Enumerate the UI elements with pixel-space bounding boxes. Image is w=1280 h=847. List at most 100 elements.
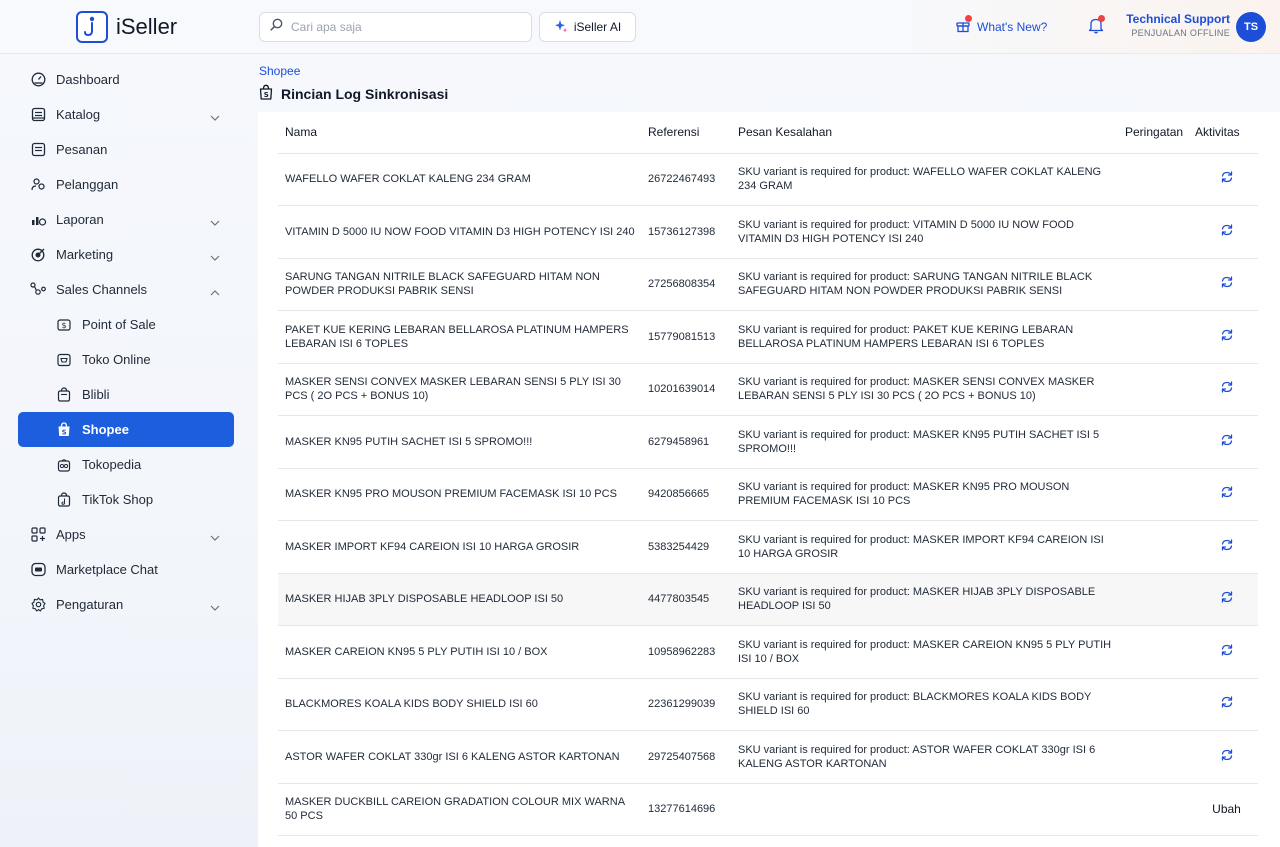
sync-icon[interactable]: [1220, 223, 1234, 241]
sidebar-item-shopee[interactable]: S Shopee: [18, 412, 234, 447]
shopping-bag-icon: [56, 387, 72, 403]
cell-pesan-kesalahan: SKU variant is required for product: MAS…: [738, 520, 1125, 574]
cell-referensi: 29725407568: [648, 730, 738, 784]
sync-icon[interactable]: [1220, 643, 1234, 661]
sidebar-item-label: Pengaturan: [56, 597, 124, 612]
search-icon: [270, 18, 283, 36]
page-title-text: Rincian Log Sinkronisasi: [281, 85, 449, 102]
sidebar-item-laporan[interactable]: Laporan: [18, 202, 234, 237]
target-icon: [30, 247, 46, 263]
online-store-icon: [56, 352, 72, 368]
cell-aktivitas: [1195, 205, 1258, 259]
table-row: SARUNG TANGAN NITRILE BLACK SAFEGUARD HI…: [278, 258, 1258, 311]
sync-icon[interactable]: [1220, 170, 1234, 188]
gift-icon: [955, 15, 972, 36]
breadcrumb[interactable]: Shopee: [259, 64, 300, 78]
chevron-down-icon: [210, 214, 220, 229]
search-input[interactable]: [291, 20, 521, 34]
cell-peringatan: [1125, 625, 1195, 679]
sidebar-item-blibli[interactable]: Blibli: [18, 377, 234, 412]
cell-nama: MASKER IMPORT KF94 CAREION ISI 10 HARGA …: [278, 520, 648, 574]
cell-peringatan: [1125, 573, 1195, 626]
notification-button[interactable]: [1088, 15, 1105, 39]
cell-aktivitas: [1195, 415, 1258, 469]
catalog-icon: [30, 107, 46, 123]
top-bar: iSeller iSeller AI What's New?: [0, 0, 1280, 54]
header-nama[interactable]: Nama: [278, 112, 648, 154]
cell-referensi: 22361299039: [648, 678, 738, 731]
header-pesan-kesalahan[interactable]: Pesan Kesalahan: [738, 112, 1125, 154]
sync-icon[interactable]: [1220, 590, 1234, 608]
sync-log-table: Nama Referensi Pesan Kesalahan Peringata…: [278, 112, 1258, 836]
cell-aktivitas: Ubah: [1195, 783, 1258, 836]
cell-nama: VITAMIN D 5000 IU NOW FOOD VITAMIN D3 HI…: [278, 205, 648, 259]
sidebar-item-label: Marketplace Chat: [56, 562, 158, 577]
whats-new-link[interactable]: What's New?: [955, 15, 1047, 36]
cell-pesan-kesalahan: SKU variant is required for product: MAS…: [738, 625, 1125, 679]
sync-icon[interactable]: [1220, 380, 1234, 398]
sidebar-item-label: Katalog: [56, 107, 101, 122]
cell-nama: ASTOR WAFER COKLAT 330gr ISI 6 KALENG AS…: [278, 730, 648, 784]
iseller-ai-label: iSeller AI: [573, 20, 622, 34]
table-row: WAFELLO WAFER COKLAT KALENG 234 GRAM 2672…: [278, 153, 1258, 206]
table-row: MASKER CAREION KN95 5 PLY PUTIH ISI 10 /…: [278, 625, 1258, 679]
sidebar-item-sales-channels[interactable]: Sales Channels: [18, 272, 234, 307]
user-role: PENJUALAN OFFLINE: [1131, 28, 1230, 38]
apps-icon: [30, 527, 46, 543]
bell-icon: [1088, 15, 1105, 39]
sidebar-item-label: TikTok Shop: [82, 492, 154, 507]
sync-icon[interactable]: [1220, 485, 1234, 503]
cell-referensi: 13277614696: [648, 783, 738, 836]
sidebar-item-point-of-sale[interactable]: $ Point of Sale: [18, 307, 234, 342]
sidebar-item-label: Dashboard: [56, 72, 120, 87]
sidebar-item-katalog[interactable]: Katalog: [18, 97, 234, 132]
cell-aktivitas: [1195, 678, 1258, 731]
gear-icon: [30, 597, 46, 613]
iseller-ai-button[interactable]: iSeller AI: [539, 12, 636, 42]
cell-aktivitas: [1195, 730, 1258, 784]
header-referensi[interactable]: Referensi: [648, 112, 738, 154]
sync-icon[interactable]: [1220, 538, 1234, 556]
cell-pesan-kesalahan: SKU variant is required for product: AST…: [738, 730, 1125, 784]
cell-peringatan: [1125, 258, 1195, 311]
sidebar-item-pengaturan[interactable]: Pengaturan: [18, 587, 234, 622]
header-peringatan[interactable]: Peringatan: [1125, 112, 1195, 154]
sidebar-item-marketplace-chat[interactable]: Marketplace Chat: [18, 552, 234, 587]
sync-icon[interactable]: [1220, 748, 1234, 766]
notification-dot: [1098, 15, 1105, 22]
svg-text:$: $: [62, 321, 67, 330]
edit-link[interactable]: Ubah: [1212, 802, 1241, 816]
dashboard-icon: [30, 72, 46, 88]
cell-nama: SARUNG TANGAN NITRILE BLACK SAFEGUARD HI…: [278, 258, 648, 311]
sync-icon[interactable]: [1220, 433, 1234, 451]
user-menu[interactable]: Technical Support PENJUALAN OFFLINE: [1124, 12, 1230, 38]
cell-referensi: 26722467493: [648, 153, 738, 206]
sidebar-item-dashboard[interactable]: Dashboard: [18, 62, 234, 97]
cell-peringatan: [1125, 783, 1195, 836]
cell-pesan-kesalahan: SKU variant is required for product: SAR…: [738, 258, 1125, 311]
cell-pesan-kesalahan: SKU variant is required for product: MAS…: [738, 468, 1125, 521]
sidebar-item-tiktok-shop[interactable]: TikTok Shop: [18, 482, 234, 517]
sync-icon[interactable]: [1220, 695, 1234, 713]
sidebar-item-tokopedia[interactable]: Tokopedia: [18, 447, 234, 482]
sidebar-item-apps[interactable]: Apps: [18, 517, 234, 552]
table-row: ASTOR WAFER COKLAT 330gr ISI 6 KALENG AS…: [278, 730, 1258, 784]
cell-aktivitas: [1195, 625, 1258, 679]
cell-referensi: 6279458961: [648, 415, 738, 469]
sync-icon[interactable]: [1220, 275, 1234, 293]
cell-nama: MASKER DUCKBILL CAREION GRADATION COLOUR…: [278, 783, 648, 836]
cell-pesan-kesalahan: SKU variant is required for product: WAF…: [738, 153, 1125, 206]
avatar[interactable]: TS: [1236, 12, 1266, 42]
cell-aktivitas: [1195, 153, 1258, 206]
logo-icon: [76, 11, 108, 43]
sync-icon[interactable]: [1220, 328, 1234, 346]
sidebar-item-pelanggan[interactable]: Pelanggan: [18, 167, 234, 202]
cell-nama: MASKER KN95 PUTIH SACHET ISI 5 SPROMO!!!: [278, 415, 648, 469]
sidebar-item-marketing[interactable]: Marketing: [18, 237, 234, 272]
sidebar-item-toko-online[interactable]: Toko Online: [18, 342, 234, 377]
search-box[interactable]: [259, 12, 532, 42]
app-logo[interactable]: iSeller: [76, 11, 177, 43]
cell-referensi: 4477803545: [648, 573, 738, 626]
sidebar-item-pesanan[interactable]: Pesanan: [18, 132, 234, 167]
header-aktivitas[interactable]: Aktivitas: [1195, 112, 1258, 154]
